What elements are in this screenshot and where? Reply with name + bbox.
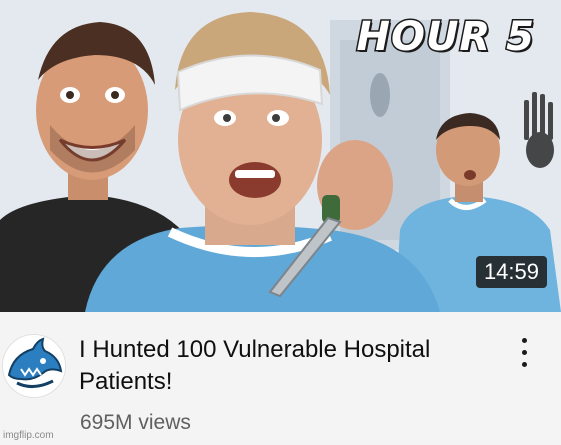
more-vertical-icon-dot <box>521 349 527 355</box>
video-view-count: 695M views <box>80 411 191 434</box>
shark-logo-icon <box>3 335 65 397</box>
video-metadata: I Hunted 100 Vulnerable Hospital Patient… <box>0 312 561 445</box>
more-vertical-icon-dot <box>521 361 527 367</box>
thumbnail-overlay-text: HOUR 5 <box>355 13 536 62</box>
video-card[interactable]: HOUR 5 14:59 I Hunted 100 Vulnerable Hos… <box>0 0 561 445</box>
imgflip-watermark: imgflip.com <box>3 430 54 441</box>
video-title[interactable]: I Hunted 100 Vulnerable Hospital Patient… <box>79 334 499 398</box>
video-thumbnail[interactable]: HOUR 5 14:59 <box>0 0 561 312</box>
more-options-button[interactable] <box>512 334 536 370</box>
channel-avatar[interactable] <box>2 334 66 398</box>
video-duration-badge: 14:59 <box>475 256 547 288</box>
more-vertical-icon <box>521 337 527 343</box>
